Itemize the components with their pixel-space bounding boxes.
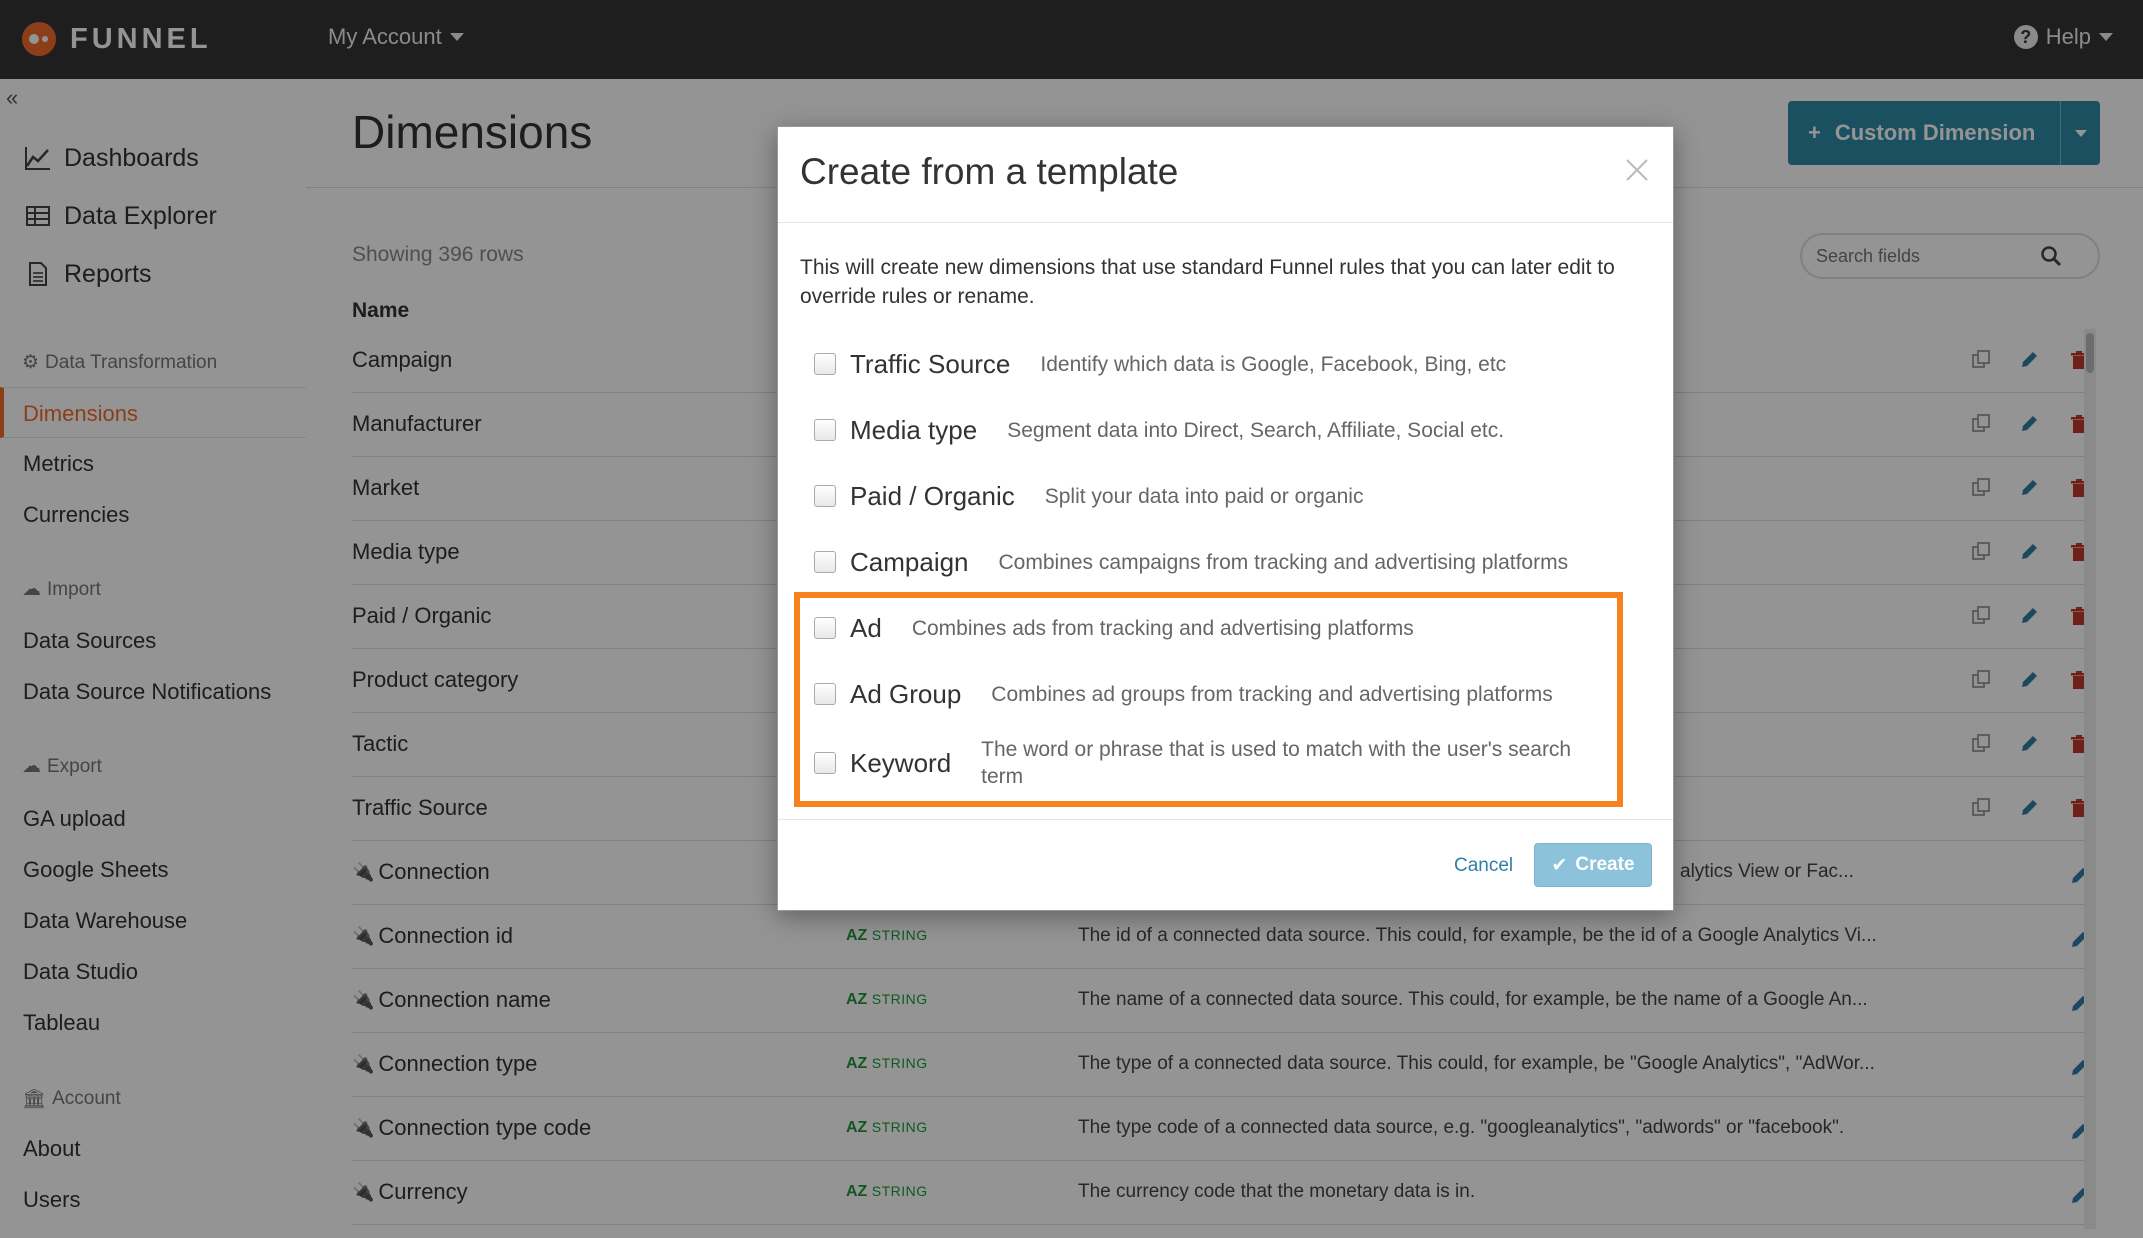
check-icon: ✔: [1551, 854, 1568, 876]
option-label: Paid / Organic: [850, 480, 1015, 511]
option-description: Combines ad groups from tracking and adv…: [991, 682, 1553, 706]
template-option-keyword[interactable]: Keyword The word or phrase that is used …: [814, 733, 1606, 793]
option-description: The word or phrase that is used to match…: [981, 738, 1572, 788]
checkbox[interactable]: [814, 353, 836, 375]
template-option-paid-organic[interactable]: Paid / Organic Split your data into paid…: [814, 474, 1363, 518]
option-label: Ad Group: [850, 678, 962, 709]
dialog-title: Create from a template: [800, 151, 1179, 192]
close-icon[interactable]: [1624, 157, 1650, 183]
dialog-footer-divider: [778, 819, 1673, 820]
option-description: Identify which data is Google, Facebook,…: [1040, 352, 1507, 376]
option-description: Combines ads from tracking and advertisi…: [911, 616, 1414, 640]
option-label: Traffic Source: [850, 348, 1011, 379]
checkbox[interactable]: [814, 419, 836, 441]
template-option-traffic-source[interactable]: Traffic Source Identify which data is Go…: [814, 342, 1506, 386]
option-label: Ad: [850, 612, 882, 643]
create-from-template-dialog: Create from a template This will create …: [777, 126, 1674, 911]
checkbox[interactable]: [814, 752, 836, 774]
option-description: Combines campaigns from tracking and adv…: [998, 550, 1569, 574]
option-description: Split your data into paid or organic: [1044, 484, 1364, 508]
option-label: Campaign: [850, 546, 969, 577]
option-label: Media type: [850, 414, 978, 445]
create-button[interactable]: ✔ Create: [1534, 843, 1652, 887]
template-option-ad-group[interactable]: Ad Group Combines ad groups from trackin…: [814, 672, 1553, 716]
template-option-campaign[interactable]: Campaign Combines campaigns from trackin…: [814, 540, 1568, 584]
template-option-media-type[interactable]: Media type Segment data into Direct, Sea…: [814, 408, 1504, 452]
cancel-button[interactable]: Cancel: [1454, 855, 1513, 877]
dialog-header: Create from a template: [778, 127, 1673, 223]
checkbox[interactable]: [814, 551, 836, 573]
option-description: Segment data into Direct, Search, Affili…: [1007, 418, 1505, 442]
checkbox[interactable]: [814, 485, 836, 507]
option-label: Keyword: [850, 747, 952, 778]
dialog-intro: This will create new dimensions that use…: [800, 256, 1615, 308]
checkbox[interactable]: [814, 617, 836, 639]
checkbox[interactable]: [814, 683, 836, 705]
template-option-ad[interactable]: Ad Combines ads from tracking and advert…: [814, 606, 1414, 650]
